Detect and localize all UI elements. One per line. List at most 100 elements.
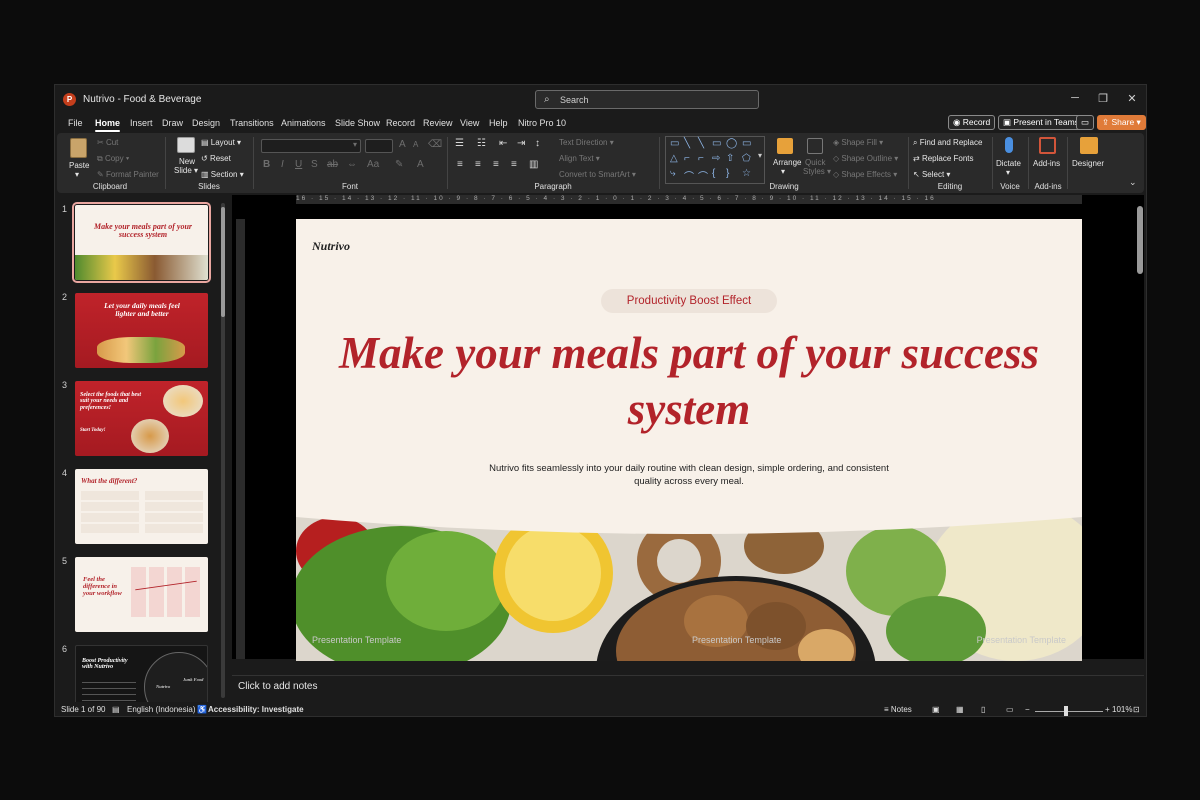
italic-icon[interactable]: I <box>281 159 284 170</box>
dictate-button[interactable]: Dictate <box>996 159 1021 168</box>
footer-text-right[interactable]: Presentation Template <box>977 635 1066 645</box>
fit-to-window-icon[interactable]: ⊡ <box>1133 705 1140 714</box>
slide-show-icon[interactable]: ▭ <box>1006 705 1014 714</box>
underline-icon[interactable]: U <box>295 159 302 170</box>
thumbnail-slide-3[interactable]: Select the foods that best suit your nee… <box>75 381 208 456</box>
slide-subtitle[interactable]: Nutrivo fits seamlessly into your daily … <box>479 462 899 488</box>
tab-slide-show[interactable]: Slide Show <box>335 118 380 128</box>
format-painter-button[interactable]: ✎ Format Painter <box>97 170 159 179</box>
paste-button[interactable]: Paste <box>69 161 89 170</box>
addins-button[interactable]: Add-ins <box>1033 159 1060 168</box>
paste-dropdown-icon[interactable]: ▾ <box>75 170 79 179</box>
paste-icon[interactable] <box>70 138 87 158</box>
strikethrough-icon[interactable]: ab <box>327 159 338 170</box>
dictate-dropdown-icon[interactable]: ▾ <box>1006 168 1010 177</box>
zoom-slider[interactable] <box>1035 711 1103 712</box>
thumbnail-slide-1[interactable]: Make your meals part of your success sys… <box>72 202 211 283</box>
thumbnail-slide-5[interactable]: Feel the difference in your workflow <box>75 557 208 632</box>
zoom-out-icon[interactable]: − <box>1025 705 1030 714</box>
find-replace-button[interactable]: ⌕ Find and Replace <box>913 138 982 148</box>
editor-scrollbar[interactable] <box>1137 203 1143 643</box>
align-left-icon[interactable]: ≡ <box>457 159 463 170</box>
shape-fill-button[interactable]: ◈ Shape Fill ▾ <box>833 138 883 147</box>
collapse-ribbon-icon[interactable]: ⌄ <box>1129 177 1137 188</box>
cut-button[interactable]: ✂ Cut <box>97 138 118 147</box>
slide-headline[interactable]: Make your meals part of your success sys… <box>336 325 1042 437</box>
highlight-icon[interactable]: ✎ <box>395 159 403 170</box>
current-slide[interactable]: Nutrivo Productivity Boost Effect Make y… <box>296 219 1082 661</box>
comments-icon[interactable]: ▭ <box>1076 115 1094 130</box>
reset-button[interactable]: ↺ Reset <box>201 154 231 163</box>
font-name-dropdown-icon[interactable]: ▾ <box>353 140 357 149</box>
increase-indent-icon[interactable]: ⇥ <box>517 138 525 149</box>
zoom-in-icon[interactable]: + <box>1105 705 1110 714</box>
shape-effects-button[interactable]: ◇ Shape Effects ▾ <box>833 170 897 179</box>
record-button[interactable]: ◉ Record <box>948 115 996 130</box>
bold-icon[interactable]: B <box>263 159 270 170</box>
tab-help[interactable]: Help <box>489 118 508 128</box>
designer-icon[interactable] <box>1080 137 1098 154</box>
text-direction-button[interactable]: Text Direction ▾ <box>559 138 614 147</box>
microphone-icon[interactable] <box>1005 137 1013 153</box>
thumbnail-slide-2[interactable]: Let your daily meals feel lighter and be… <box>75 293 208 368</box>
numbering-icon[interactable]: ☷ <box>477 138 486 149</box>
thumbnails-scroll-thumb[interactable] <box>221 207 225 317</box>
spelling-icon[interactable]: ▤ <box>112 705 120 714</box>
line-spacing-icon[interactable]: ↕ <box>535 138 540 149</box>
tab-review[interactable]: Review <box>423 118 453 128</box>
decrease-font-icon[interactable]: A <box>413 140 418 149</box>
bullets-icon[interactable]: ☰ <box>455 138 464 149</box>
clear-formatting-icon[interactable]: ⌫ <box>428 139 442 150</box>
tab-view[interactable]: View <box>460 118 479 128</box>
slide-sorter-icon[interactable]: ▦ <box>956 705 964 714</box>
copy-button[interactable]: ⧉ Copy ▾ <box>97 154 129 164</box>
present-in-teams-button[interactable]: ▣ Present in Teams <box>998 115 1084 130</box>
minimize-icon[interactable]: ─ <box>1065 92 1085 104</box>
arrange-button[interactable]: Arrange <box>773 158 801 167</box>
select-button[interactable]: ↖ Select ▾ <box>913 170 950 179</box>
reading-view-icon[interactable]: ▯ <box>981 705 985 714</box>
quick-styles-icon[interactable] <box>807 138 823 154</box>
addins-icon[interactable] <box>1039 137 1056 154</box>
language-status[interactable]: English (Indonesia) <box>127 705 195 714</box>
share-button[interactable]: ⇪ Share ▾ <box>1097 115 1146 130</box>
align-text-button[interactable]: Align Text ▾ <box>559 154 600 163</box>
increase-font-icon[interactable]: A <box>399 139 406 150</box>
new-slide-icon[interactable] <box>177 137 195 153</box>
tab-draw[interactable]: Draw <box>162 118 183 128</box>
slide-pill-label[interactable]: Productivity Boost Effect <box>601 289 777 313</box>
arrange-icon[interactable] <box>777 138 793 154</box>
columns-icon[interactable]: ▥ <box>529 159 538 170</box>
tab-nitro-pro[interactable]: Nitro Pro 10 <box>518 118 566 128</box>
designer-button[interactable]: Designer <box>1072 159 1104 168</box>
tab-transitions[interactable]: Transitions <box>230 118 274 128</box>
character-spacing-icon[interactable]: ⇔ <box>347 159 357 170</box>
change-case-icon[interactable]: Aa <box>367 159 379 170</box>
zoom-slider-thumb[interactable] <box>1064 706 1068 716</box>
footer-text-center[interactable]: Presentation Template <box>692 635 781 645</box>
quick-styles-button[interactable]: Quick <box>805 158 825 167</box>
tab-record[interactable]: Record <box>386 118 415 128</box>
thumbnails-scrollbar[interactable] <box>221 203 225 698</box>
close-icon[interactable]: ✕ <box>1122 92 1142 105</box>
shape-outline-button[interactable]: ◇ Shape Outline ▾ <box>833 154 898 163</box>
font-name-field[interactable] <box>261 139 361 153</box>
search-box[interactable]: ⌕ Search <box>535 90 759 109</box>
tab-design[interactable]: Design <box>192 118 220 128</box>
restore-icon[interactable]: ❐ <box>1093 92 1113 105</box>
tab-insert[interactable]: Insert <box>130 118 153 128</box>
thumbnail-slide-4[interactable]: What the different? <box>75 469 208 544</box>
section-button[interactable]: ▥ Section ▾ <box>201 170 244 179</box>
notes-button[interactable]: ≡ Notes <box>884 705 912 714</box>
editor-scroll-thumb[interactable] <box>1137 206 1143 274</box>
new-slide-button[interactable]: New <box>179 157 195 166</box>
accessibility-icon[interactable]: ♿ <box>197 705 207 714</box>
shadow-icon[interactable]: S <box>311 159 318 170</box>
arrange-dropdown-icon[interactable]: ▾ <box>781 167 785 176</box>
tab-home[interactable]: Home <box>95 118 121 132</box>
food-image[interactable] <box>296 511 1082 661</box>
font-color-icon[interactable]: A <box>417 159 424 170</box>
font-size-field[interactable] <box>365 139 393 153</box>
normal-view-icon[interactable]: ▣ <box>932 705 940 714</box>
layout-button[interactable]: ▤ Layout ▾ <box>201 138 241 147</box>
